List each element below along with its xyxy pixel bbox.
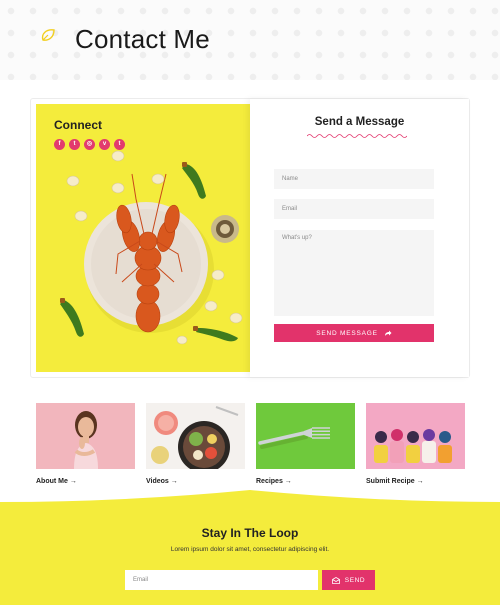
wavy-divider — [307, 134, 407, 138]
instagram-icon[interactable]: ◎ — [84, 139, 95, 150]
newsletter-text: Lorem ipsum dolor sit amet, consectetur … — [170, 546, 330, 553]
vine-icon[interactable]: v — [99, 139, 110, 150]
connect-title: Connect — [54, 118, 102, 132]
recipes-link[interactable]: Recipes → — [256, 478, 292, 485]
message-field[interactable]: What's up? — [274, 230, 434, 316]
leaf-icon — [41, 29, 55, 41]
submit-recipe-link[interactable]: Submit Recipe → — [366, 478, 424, 485]
share-arrow-icon — [384, 330, 392, 336]
twitter-icon[interactable]: t — [69, 139, 80, 150]
social-links: f t ◎ v t — [54, 139, 125, 150]
videos-thumb[interactable] — [146, 403, 245, 469]
videos-link[interactable]: Videos → — [146, 478, 178, 485]
tumblr-icon[interactable]: t — [114, 139, 125, 150]
form-title: Send a Message — [314, 116, 405, 128]
food-bowl-image — [151, 406, 239, 469]
facebook-icon[interactable]: f — [54, 139, 65, 150]
about-me-link[interactable]: About Me → — [36, 478, 77, 485]
fork-image — [258, 427, 330, 449]
recipes-thumb[interactable] — [256, 403, 355, 469]
newsletter-title: Stay In The Loop — [201, 526, 299, 540]
envelope-icon — [331, 576, 340, 584]
email-field[interactable]: Email — [274, 199, 434, 219]
woman-portrait-image — [74, 411, 98, 469]
contact-form: Send a Message Name Email What's up? SEN… — [250, 99, 469, 377]
send-message-label: SEND MESSAGE — [316, 329, 378, 337]
newsletter-email-input[interactable]: Email — [125, 570, 318, 590]
send-message-button[interactable]: SEND MESSAGE — [274, 324, 434, 342]
about-me-thumb[interactable] — [36, 403, 135, 469]
newsletter-send-button[interactable]: SEND — [322, 570, 375, 590]
page-title: Contact Me — [75, 24, 210, 54]
newsletter-send-label: SEND — [344, 576, 366, 584]
candy-image — [374, 429, 452, 463]
submit-recipe-thumb[interactable] — [366, 403, 465, 469]
name-field[interactable]: Name — [274, 169, 434, 189]
food-image-panel: Connect f t ◎ v t — [36, 104, 250, 372]
